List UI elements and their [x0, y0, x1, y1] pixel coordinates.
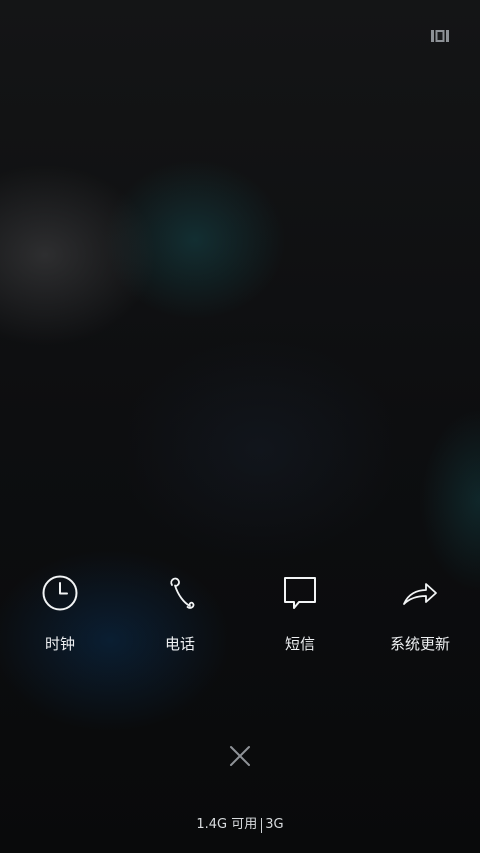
- clear-all-button[interactable]: [224, 742, 256, 774]
- message-icon: [277, 570, 323, 616]
- phone-icon: [157, 570, 203, 616]
- app-label-phone: 电话: [164, 635, 195, 653]
- app-label-clock: 时钟: [44, 635, 75, 653]
- app-label-system-update: 系统更新: [389, 635, 450, 653]
- memory-divider: [261, 817, 263, 833]
- app-phone[interactable]: 电话: [120, 570, 240, 654]
- clock-icon: [37, 570, 83, 616]
- memory-status: 1.4G 可用 3G: [0, 815, 480, 835]
- multi-window-icon: [430, 28, 450, 48]
- app-messages[interactable]: 短信: [240, 570, 360, 654]
- app-clock[interactable]: 时钟: [0, 570, 120, 654]
- recent-apps-list: 时钟 电话 短信 系统更新: [0, 570, 480, 654]
- app-label-messages: 短信: [284, 635, 315, 653]
- close-icon: [229, 745, 251, 771]
- recent-apps-screen: 时钟 电话 短信 系统更新 1.4G 可用 3G: [0, 0, 480, 853]
- memory-total: 3G: [265, 817, 284, 832]
- memory-available: 1.4G 可用: [196, 817, 258, 832]
- share-arrow-icon: [397, 570, 443, 616]
- multi-window-button[interactable]: [428, 28, 452, 48]
- app-system-update[interactable]: 系统更新: [360, 570, 480, 654]
